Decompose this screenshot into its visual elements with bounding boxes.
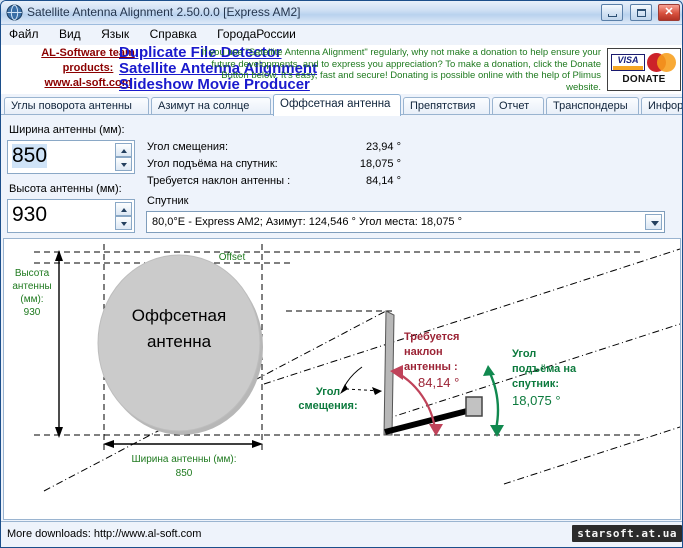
antenna-width-spin-buttons[interactable] <box>115 143 132 171</box>
close-icon: ✕ <box>664 6 674 18</box>
title-bar: Satellite Antenna Alignment 2.50.0.0 [Ex… <box>1 1 682 25</box>
chevron-down-icon[interactable] <box>115 216 132 230</box>
diagram-height-line1: Высота <box>15 268 50 279</box>
tab-information[interactable]: Информация <box>641 97 682 115</box>
elevation-caption-value: 18,075 ° <box>512 393 561 408</box>
lnb-block <box>465 396 483 417</box>
satellite-select[interactable]: 80,0°E - Express AM2; Азимут: 124,546 ° … <box>146 211 665 233</box>
satellite-label: Спутник <box>147 195 189 207</box>
donate-button[interactable]: VISA DONATE <box>607 48 681 91</box>
elevation-caption-line1: Угол <box>512 348 536 360</box>
watermark: starsoft.at.ua <box>572 525 682 542</box>
mastercard-icon <box>647 52 679 73</box>
donate-label: DONATE <box>622 74 666 85</box>
offset-angle-arc <box>340 366 383 395</box>
offset-angle-value: 23,94 ° <box>366 141 401 153</box>
tab-sun-azimuth[interactable]: Азимут на солнце <box>151 97 271 115</box>
antenna-width-stepper[interactable]: 850 <box>7 140 135 174</box>
tab-strip: Углы поворота антенны Азимут на солнце О… <box>1 94 682 116</box>
antenna-height-value[interactable]: 930 <box>12 203 47 227</box>
visa-icon: VISA <box>611 54 645 71</box>
satellite-dish-icon <box>6 4 23 21</box>
chevron-down-icon[interactable] <box>645 214 662 230</box>
close-button[interactable]: ✕ <box>658 4 680 21</box>
offset-label: Offset <box>219 252 246 263</box>
elevation-caption-line2: подъёма на <box>512 363 577 375</box>
tab-antenna-rotation-angles[interactable]: Углы поворота антенны <box>4 97 149 115</box>
menu-item-file[interactable]: Файл <box>1 25 47 43</box>
antenna-diagram: Оффсетная антенна Offset Высота антенны … <box>3 238 681 520</box>
elevation-caption-line3: спутник: <box>512 378 559 390</box>
window-controls: ✕ <box>599 4 680 22</box>
menu-bar: Файл Вид Язык Справка ГородаРоссии <box>1 25 682 45</box>
menu-item-cities-russia[interactable]: ГородаРоссии <box>209 25 304 43</box>
tab-transponders[interactable]: Транспондеры <box>546 97 639 115</box>
status-bar: More downloads: http://www.al-soft.com s… <box>1 521 682 547</box>
elevation-angle-arc <box>483 365 504 437</box>
required-tilt-caption-line1: Требуется <box>404 331 459 343</box>
antenna-height-stepper[interactable]: 930 <box>7 199 135 233</box>
status-text[interactable]: More downloads: http://www.al-soft.com <box>7 528 201 540</box>
required-tilt-caption-value: 84,14 ° <box>418 375 459 390</box>
menu-item-language[interactable]: Язык <box>93 25 137 43</box>
antenna-width-value[interactable]: 850 <box>12 144 48 168</box>
elevation-angle-value: 18,075 ° <box>359 158 401 170</box>
satellite-selected-value: 80,0°E - Express AM2; Азимут: 124,546 ° … <box>152 216 463 228</box>
maximize-icon <box>636 9 646 17</box>
payment-card-logos: VISA <box>611 52 679 73</box>
visa-label: VISA <box>617 55 639 65</box>
chevron-down-icon[interactable] <box>115 157 132 171</box>
height-dimension-arrow <box>55 250 63 438</box>
diagram-width-label: Ширина антенны (мм): <box>131 454 236 465</box>
diagram-height-line3: (мм): <box>20 294 43 305</box>
antenna-side-profile <box>383 310 395 436</box>
window-title: Satellite Antenna Alignment 2.50.0.0 [Ex… <box>27 5 301 19</box>
chevron-up-icon[interactable] <box>115 143 132 157</box>
required-tilt-label: Требуется наклон антенны : <box>147 175 291 187</box>
offset-antenna-panel: Ширина антенны (мм): 850 Высота антенны … <box>1 114 682 521</box>
advertising-banner: AL-Software team products: www.al-soft.c… <box>1 45 682 94</box>
offset-angle-caption-line1: Угол <box>316 386 340 398</box>
required-tilt-value: 84,14 ° <box>366 175 401 187</box>
dish-title-line2: антенна <box>147 332 212 351</box>
antenna-width-label: Ширина антенны (мм): <box>9 124 125 136</box>
dish-title-line1: Оффсетная <box>132 306 226 325</box>
antenna-height-spin-buttons[interactable] <box>115 202 132 230</box>
required-tilt-caption-line2: наклон <box>404 346 443 358</box>
minimize-icon <box>608 14 618 17</box>
application-window: Satellite Antenna Alignment 2.50.0.0 [Ex… <box>0 0 683 548</box>
antenna-height-label: Высота антенны (мм): <box>9 183 122 195</box>
menu-item-view[interactable]: Вид <box>51 25 89 43</box>
donation-promo-text: If you use "Satellite Antenna Alignment"… <box>201 47 601 93</box>
diagram-width-value: 850 <box>176 468 193 479</box>
offset-angle-caption-line2: смещения: <box>298 400 357 412</box>
menu-item-help[interactable]: Справка <box>142 25 205 43</box>
maximize-button[interactable] <box>629 4 652 21</box>
tab-obstacles[interactable]: Препятствия <box>403 97 490 115</box>
required-tilt-caption-line3: антенны : <box>404 361 458 373</box>
tab-report[interactable]: Отчет <box>492 97 544 115</box>
chevron-up-icon[interactable] <box>115 202 132 216</box>
tab-offset-antenna[interactable]: Оффсетная антенна <box>273 94 401 116</box>
elevation-angle-label: Угол подъёма на спутник: <box>147 158 278 170</box>
diagram-height-line2: антенны <box>12 281 51 292</box>
diagram-height-value: 930 <box>24 307 41 318</box>
minimize-button[interactable] <box>601 4 624 21</box>
offset-angle-label: Угол смещения: <box>147 141 229 153</box>
